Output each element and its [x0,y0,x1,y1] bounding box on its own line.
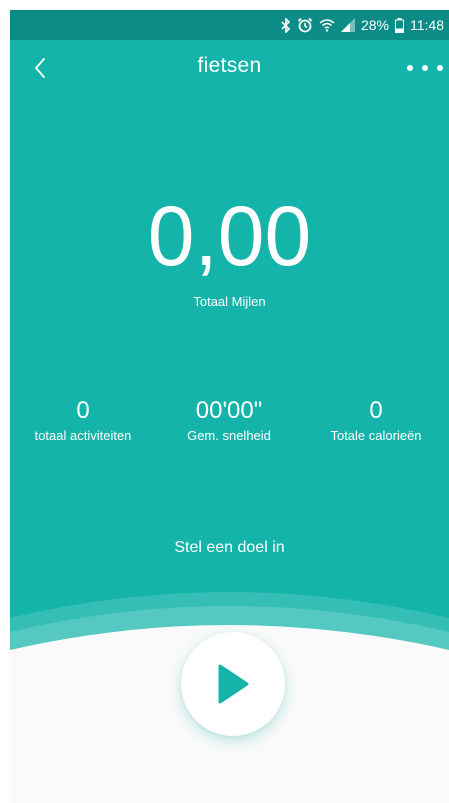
battery-percent: 28% [360,17,389,33]
stat-value: 0 [76,397,90,424]
status-bar: 28% 11:48 [10,10,449,40]
stat-value: 00'00" [195,397,263,424]
play-icon [218,664,249,704]
page-title: fietsen [197,54,262,77]
start-activity-button[interactable] [181,632,285,736]
stat-average-speed: 00'00" Gem. snelheid [156,396,302,443]
set-goal-button[interactable]: Stel een doel in [10,539,449,557]
bluetooth-icon [281,17,291,33]
header-background [10,40,449,660]
stat-label: Gem. snelheid [187,428,271,443]
total-miles-value: 0,00 [147,189,312,283]
stat-label: totaal activiteiten [34,428,132,443]
more-dots-icon [407,65,413,71]
app-bar: fietsen [10,40,449,96]
more-options-button[interactable] [407,60,443,76]
stats-row: 0 totaal activiteiten 00'00" Gem. snelhe… [10,396,449,456]
stat-value: 0 [369,397,383,424]
status-time: 11:48 [410,17,444,33]
total-miles-label: Totaal Mijlen [193,294,266,309]
battery-icon [395,17,404,33]
wifi-icon [319,18,335,32]
alarm-icon [297,17,313,33]
stat-label: Totale calorieën [330,428,422,443]
signal-icon [340,18,355,32]
app-screen: 28% 11:48 fietsen 0,00 Totaal Mijlen 0 t… [10,10,449,803]
stat-total-activities: 0 totaal activiteiten [10,396,156,443]
stat-total-calories: 0 Totale calorieën [303,396,449,443]
